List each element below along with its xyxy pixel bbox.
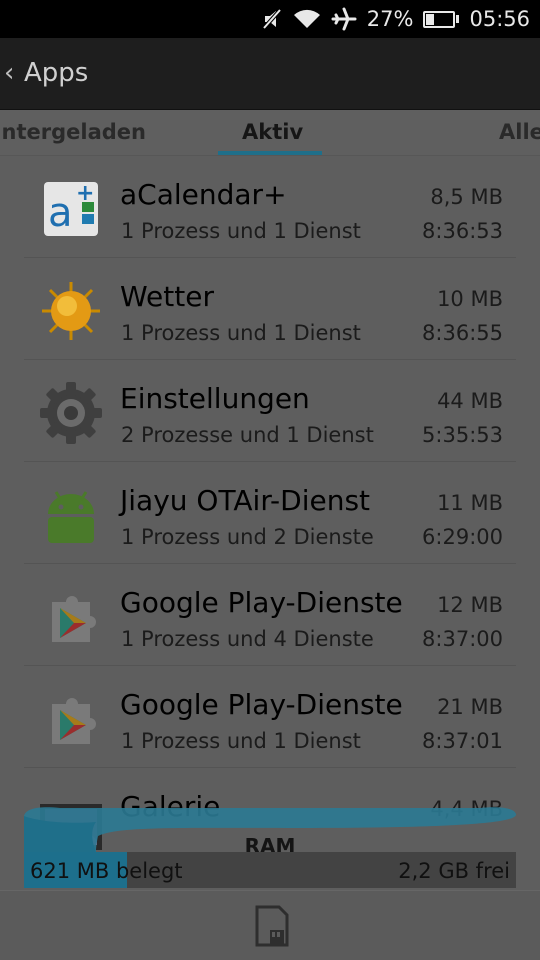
wifi-icon (293, 8, 321, 30)
list-item[interactable]: Wetter 1 Prozess und 1 Dienst 10 MB 8:36… (0, 258, 540, 360)
list-item[interactable]: Einstellungen 2 Prozesse und 1 Dienst 44… (0, 360, 540, 462)
app-process-info: 1 Prozess und 2 Dienste (121, 525, 374, 549)
gear-icon (38, 380, 104, 446)
app-memory-size: 8,5 MB (430, 185, 503, 209)
svg-text:+: + (76, 181, 94, 206)
app-memory-size: 44 MB (437, 389, 503, 413)
app-run-time: 6:29:00 (422, 525, 503, 549)
android-icon (38, 482, 104, 548)
app-run-time: 8:36:55 (422, 321, 503, 345)
status-bar: 27% 05:56 (0, 0, 540, 38)
app-process-info: 1 Prozess und 1 Dienst (121, 219, 361, 243)
app-process-info: 1 Prozess und 1 Dienst (121, 321, 361, 345)
battery-icon (423, 10, 460, 28)
app-process-info: 1 Prozess und 1 Dienst (121, 729, 361, 753)
app-name: Wetter (120, 280, 214, 313)
mute-icon (261, 7, 283, 31)
app-name: Einstellungen (120, 382, 310, 415)
play-services-icon (38, 686, 104, 752)
page-title[interactable]: Apps (24, 58, 88, 88)
app-name: aCalendar+ (120, 178, 287, 211)
tab-all[interactable]: Alle (499, 120, 540, 144)
svg-text:a: a (48, 190, 73, 236)
acalendar-icon: a + (38, 176, 104, 242)
tab-selected-indicator (218, 151, 322, 155)
list-item[interactable]: a + aCalendar+ 1 Prozess und 1 Dienst 8,… (0, 156, 540, 258)
ram-usage-panel: RAM 621 MB belegt 2,2 GB frei (0, 800, 540, 890)
app-memory-size: 12 MB (437, 593, 503, 617)
tab-strip: Heruntergeladen Aktiv Alle (0, 110, 540, 156)
list-item[interactable]: Google Play-Dienste 1 Prozess und 1 Dien… (0, 666, 540, 768)
app-memory-size: 11 MB (437, 491, 503, 515)
tab-downloaded[interactable]: Heruntergeladen (0, 120, 146, 144)
app-name: Google Play-Dienste (120, 586, 403, 619)
app-run-time: 8:36:53 (422, 219, 503, 243)
app-memory-size: 21 MB (437, 695, 503, 719)
ram-used-text: 621 MB belegt (30, 859, 183, 883)
app-run-time: 5:35:53 (422, 423, 503, 447)
action-bar: ‹ Apps (0, 38, 540, 110)
app-process-info: 1 Prozess und 4 Dienste (121, 627, 374, 651)
running-apps-list: a + aCalendar+ 1 Prozess und 1 Dienst 8,… (0, 156, 540, 890)
play-services-icon (38, 584, 104, 650)
weather-sun-icon (38, 278, 104, 344)
app-name: Google Play-Dienste (120, 688, 403, 721)
ram-usage-bar: 621 MB belegt 2,2 GB frei (24, 852, 516, 888)
ram-free-text: 2,2 GB frei (398, 859, 510, 883)
app-process-info: 2 Prozesse und 1 Dienst (121, 423, 374, 447)
bottom-bar (0, 890, 540, 960)
battery-percent: 27% (366, 7, 414, 31)
app-memory-size: 10 MB (437, 287, 503, 311)
airplane-icon (331, 7, 357, 31)
tab-active[interactable]: Aktiv (242, 120, 303, 144)
list-item[interactable]: Google Play-Dienste 1 Prozess und 4 Dien… (0, 564, 540, 666)
list-item[interactable]: Jiayu OTAir-Dienst 1 Prozess und 2 Diens… (0, 462, 540, 564)
back-chevron-icon[interactable]: ‹ (4, 58, 14, 88)
app-name: Jiayu OTAir-Dienst (120, 484, 371, 517)
status-time: 05:56 (469, 7, 530, 31)
sd-card-icon[interactable] (254, 904, 290, 948)
status-icons: 27% 05:56 (261, 0, 530, 38)
app-run-time: 8:37:01 (422, 729, 503, 753)
app-run-time: 8:37:00 (422, 627, 503, 651)
